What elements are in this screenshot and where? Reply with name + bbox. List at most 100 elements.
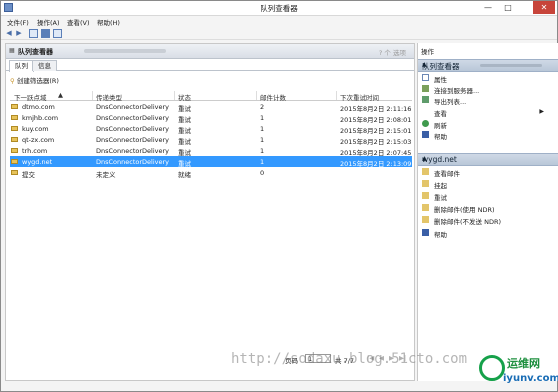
action-label: 查看邮件 xyxy=(434,170,460,178)
maximize-button[interactable]: □ xyxy=(499,1,517,14)
action-label: 帮助 xyxy=(434,231,447,239)
collapse-arrow-icon[interactable]: ▲ xyxy=(422,155,554,162)
menu-action[interactable]: 操作(A) xyxy=(37,17,60,27)
suspend-icon xyxy=(422,180,429,187)
row-type: DnsConnectorDelivery xyxy=(96,136,170,144)
row-domain: 提交 xyxy=(22,171,35,179)
retry-icon xyxy=(422,192,429,199)
action-view-messages[interactable]: 查看邮件 xyxy=(418,166,558,178)
table-row-selected[interactable]: wygd.net DnsConnectorDelivery 重试 1 2015年… xyxy=(10,156,412,168)
action-export-list[interactable]: 导出列表... xyxy=(418,94,558,106)
brand-circle-icon xyxy=(479,355,505,381)
row-type: DnsConnectorDelivery xyxy=(96,147,170,155)
action-remove-without-ndr[interactable]: 删除邮件(不发送 NDR) xyxy=(418,214,558,226)
panel-title: 队列查看器 xyxy=(18,48,53,56)
action-properties[interactable]: 属性 xyxy=(418,72,558,84)
tab-messages[interactable]: 信息 xyxy=(32,60,57,71)
queue-panel: ▦ 队列查看器 ? 个 选项 队列 信息 ⚲ 创建筛选器(R) 下一跃点域 ▲ … xyxy=(5,43,415,381)
row-domain: kuy.com xyxy=(22,125,49,133)
row-domain: trh.com xyxy=(22,147,48,155)
action-label: 删除邮件(使用 NDR) xyxy=(434,206,495,214)
action-label: 删除邮件(不发送 NDR) xyxy=(434,218,502,226)
panel-help-hint: ? 个 选项 xyxy=(378,49,406,57)
title-bar: 队列查看器 — □ ✕ xyxy=(1,1,557,16)
create-filter-label: 创建筛选器(R) xyxy=(16,77,59,85)
server-name-redacted xyxy=(84,49,166,53)
minimize-button[interactable]: — xyxy=(479,1,497,14)
help-icon[interactable] xyxy=(41,29,50,38)
row-status: 就绪 xyxy=(178,171,191,179)
properties-icon xyxy=(422,74,429,81)
action-label: 帮助 xyxy=(434,133,447,141)
export-icon xyxy=(422,96,429,103)
arrow-right-icon[interactable]: ▶ xyxy=(15,29,23,37)
row-count: 1 xyxy=(260,114,265,122)
row-count: 1 xyxy=(260,147,265,155)
blog-watermark: http://sodaxu.blog.51cto.com xyxy=(231,351,468,367)
actions-title: 操作 xyxy=(421,48,434,56)
sort-ascending-icon: ▲ xyxy=(58,91,63,99)
panel-header: ▦ 队列查看器 ? 个 选项 xyxy=(6,44,414,59)
action-remove-with-ndr[interactable]: 删除邮件(使用 NDR) xyxy=(418,202,558,214)
action-label: 重试 xyxy=(434,194,447,202)
action-retry[interactable]: 重试 xyxy=(418,190,558,202)
row-domain: qt-zx.com xyxy=(22,136,55,144)
close-button[interactable]: ✕ xyxy=(533,1,555,14)
table-row[interactable]: trh.com DnsConnectorDelivery 重试 1 2015年8… xyxy=(10,145,412,157)
submenu-arrow-icon: ▶ xyxy=(539,108,544,115)
queue-folder-icon xyxy=(11,148,18,153)
action-label: 查看 xyxy=(434,110,447,118)
queue-folder-icon xyxy=(11,126,18,131)
row-type: DnsConnectorDelivery xyxy=(96,158,170,166)
table-row[interactable]: dtmo.com DnsConnectorDelivery 重试 2 2015年… xyxy=(10,101,412,113)
action-connect-server[interactable]: 连接到服务器... xyxy=(418,83,558,95)
help-icon xyxy=(422,229,429,236)
table-row[interactable]: kmjhb.com DnsConnectorDelivery 重试 1 2015… xyxy=(10,112,412,124)
table-row[interactable]: kuy.com DnsConnectorDelivery 重试 1 2015年8… xyxy=(10,123,412,135)
collapse-arrow-icon[interactable]: ▲ xyxy=(422,61,554,68)
show-hide-tree-icon[interactable] xyxy=(29,29,38,38)
row-count: 0 xyxy=(260,169,265,177)
menu-view[interactable]: 查看(V) xyxy=(67,17,90,27)
create-filter-button[interactable]: ⚲ 创建筛选器(R) xyxy=(10,75,59,85)
actions-section-selected-queue[interactable]: wygd.net ▲ xyxy=(418,153,558,166)
remove-message-icon xyxy=(422,204,429,211)
action-label: 挂起 xyxy=(434,182,447,190)
table-row[interactable]: qt-zx.com DnsConnectorDelivery 重试 1 2015… xyxy=(10,134,412,146)
queue-folder-icon xyxy=(11,159,18,164)
actions-section-queue-viewer[interactable]: 队列查看器 ▲ xyxy=(418,59,558,72)
action-help[interactable]: 帮助 xyxy=(418,129,558,141)
action-help-queue[interactable]: 帮助 xyxy=(418,227,558,239)
messages-icon xyxy=(422,168,429,175)
row-type: DnsConnectorDelivery xyxy=(96,125,170,133)
row-count: 1 xyxy=(260,136,265,144)
row-count: 1 xyxy=(260,158,265,166)
queue-viewer-window: 队列查看器 — □ ✕ 文件(F) 操作(A) 查看(V) 帮助(H) ◀ ▶ … xyxy=(0,0,558,392)
queue-folder-icon xyxy=(11,115,18,120)
panel-icon: ▦ xyxy=(9,47,15,54)
actions-pane: 操作 队列查看器 ▲ 属性 连接到服务器... 导出列表... 查看 ▶ 刷新 xyxy=(417,43,558,381)
row-count: 1 xyxy=(260,125,265,133)
action-pane-icon[interactable] xyxy=(53,29,62,38)
action-refresh[interactable]: 刷新 xyxy=(418,118,558,130)
menu-help[interactable]: 帮助(H) xyxy=(97,17,120,27)
row-domain: wygd.net xyxy=(22,158,53,166)
table-header: 下一跃点域 ▲ 传递类型 状态 邮件计数 下次重试时间 xyxy=(10,91,412,102)
row-type: 未定义 xyxy=(96,171,116,179)
tab-strip: 队列 信息 xyxy=(6,59,414,72)
row-type: DnsConnectorDelivery xyxy=(96,103,170,111)
tab-queues[interactable]: 队列 xyxy=(9,60,34,72)
menu-file[interactable]: 文件(F) xyxy=(7,17,29,27)
server-icon xyxy=(422,85,429,92)
filter-icon: ⚲ xyxy=(10,77,15,85)
table-row[interactable]: 提交 未定义 就绪 0 xyxy=(10,167,412,179)
action-suspend[interactable]: 挂起 xyxy=(418,178,558,190)
queue-folder-icon xyxy=(11,137,18,142)
arrow-left-icon[interactable]: ◀ xyxy=(5,29,13,37)
row-count: 2 xyxy=(260,103,265,111)
refresh-icon xyxy=(422,120,429,127)
submission-queue-icon xyxy=(11,170,18,175)
row-domain: kmjhb.com xyxy=(22,114,59,122)
row-type: DnsConnectorDelivery xyxy=(96,114,170,122)
action-view[interactable]: 查看 ▶ xyxy=(418,106,558,118)
